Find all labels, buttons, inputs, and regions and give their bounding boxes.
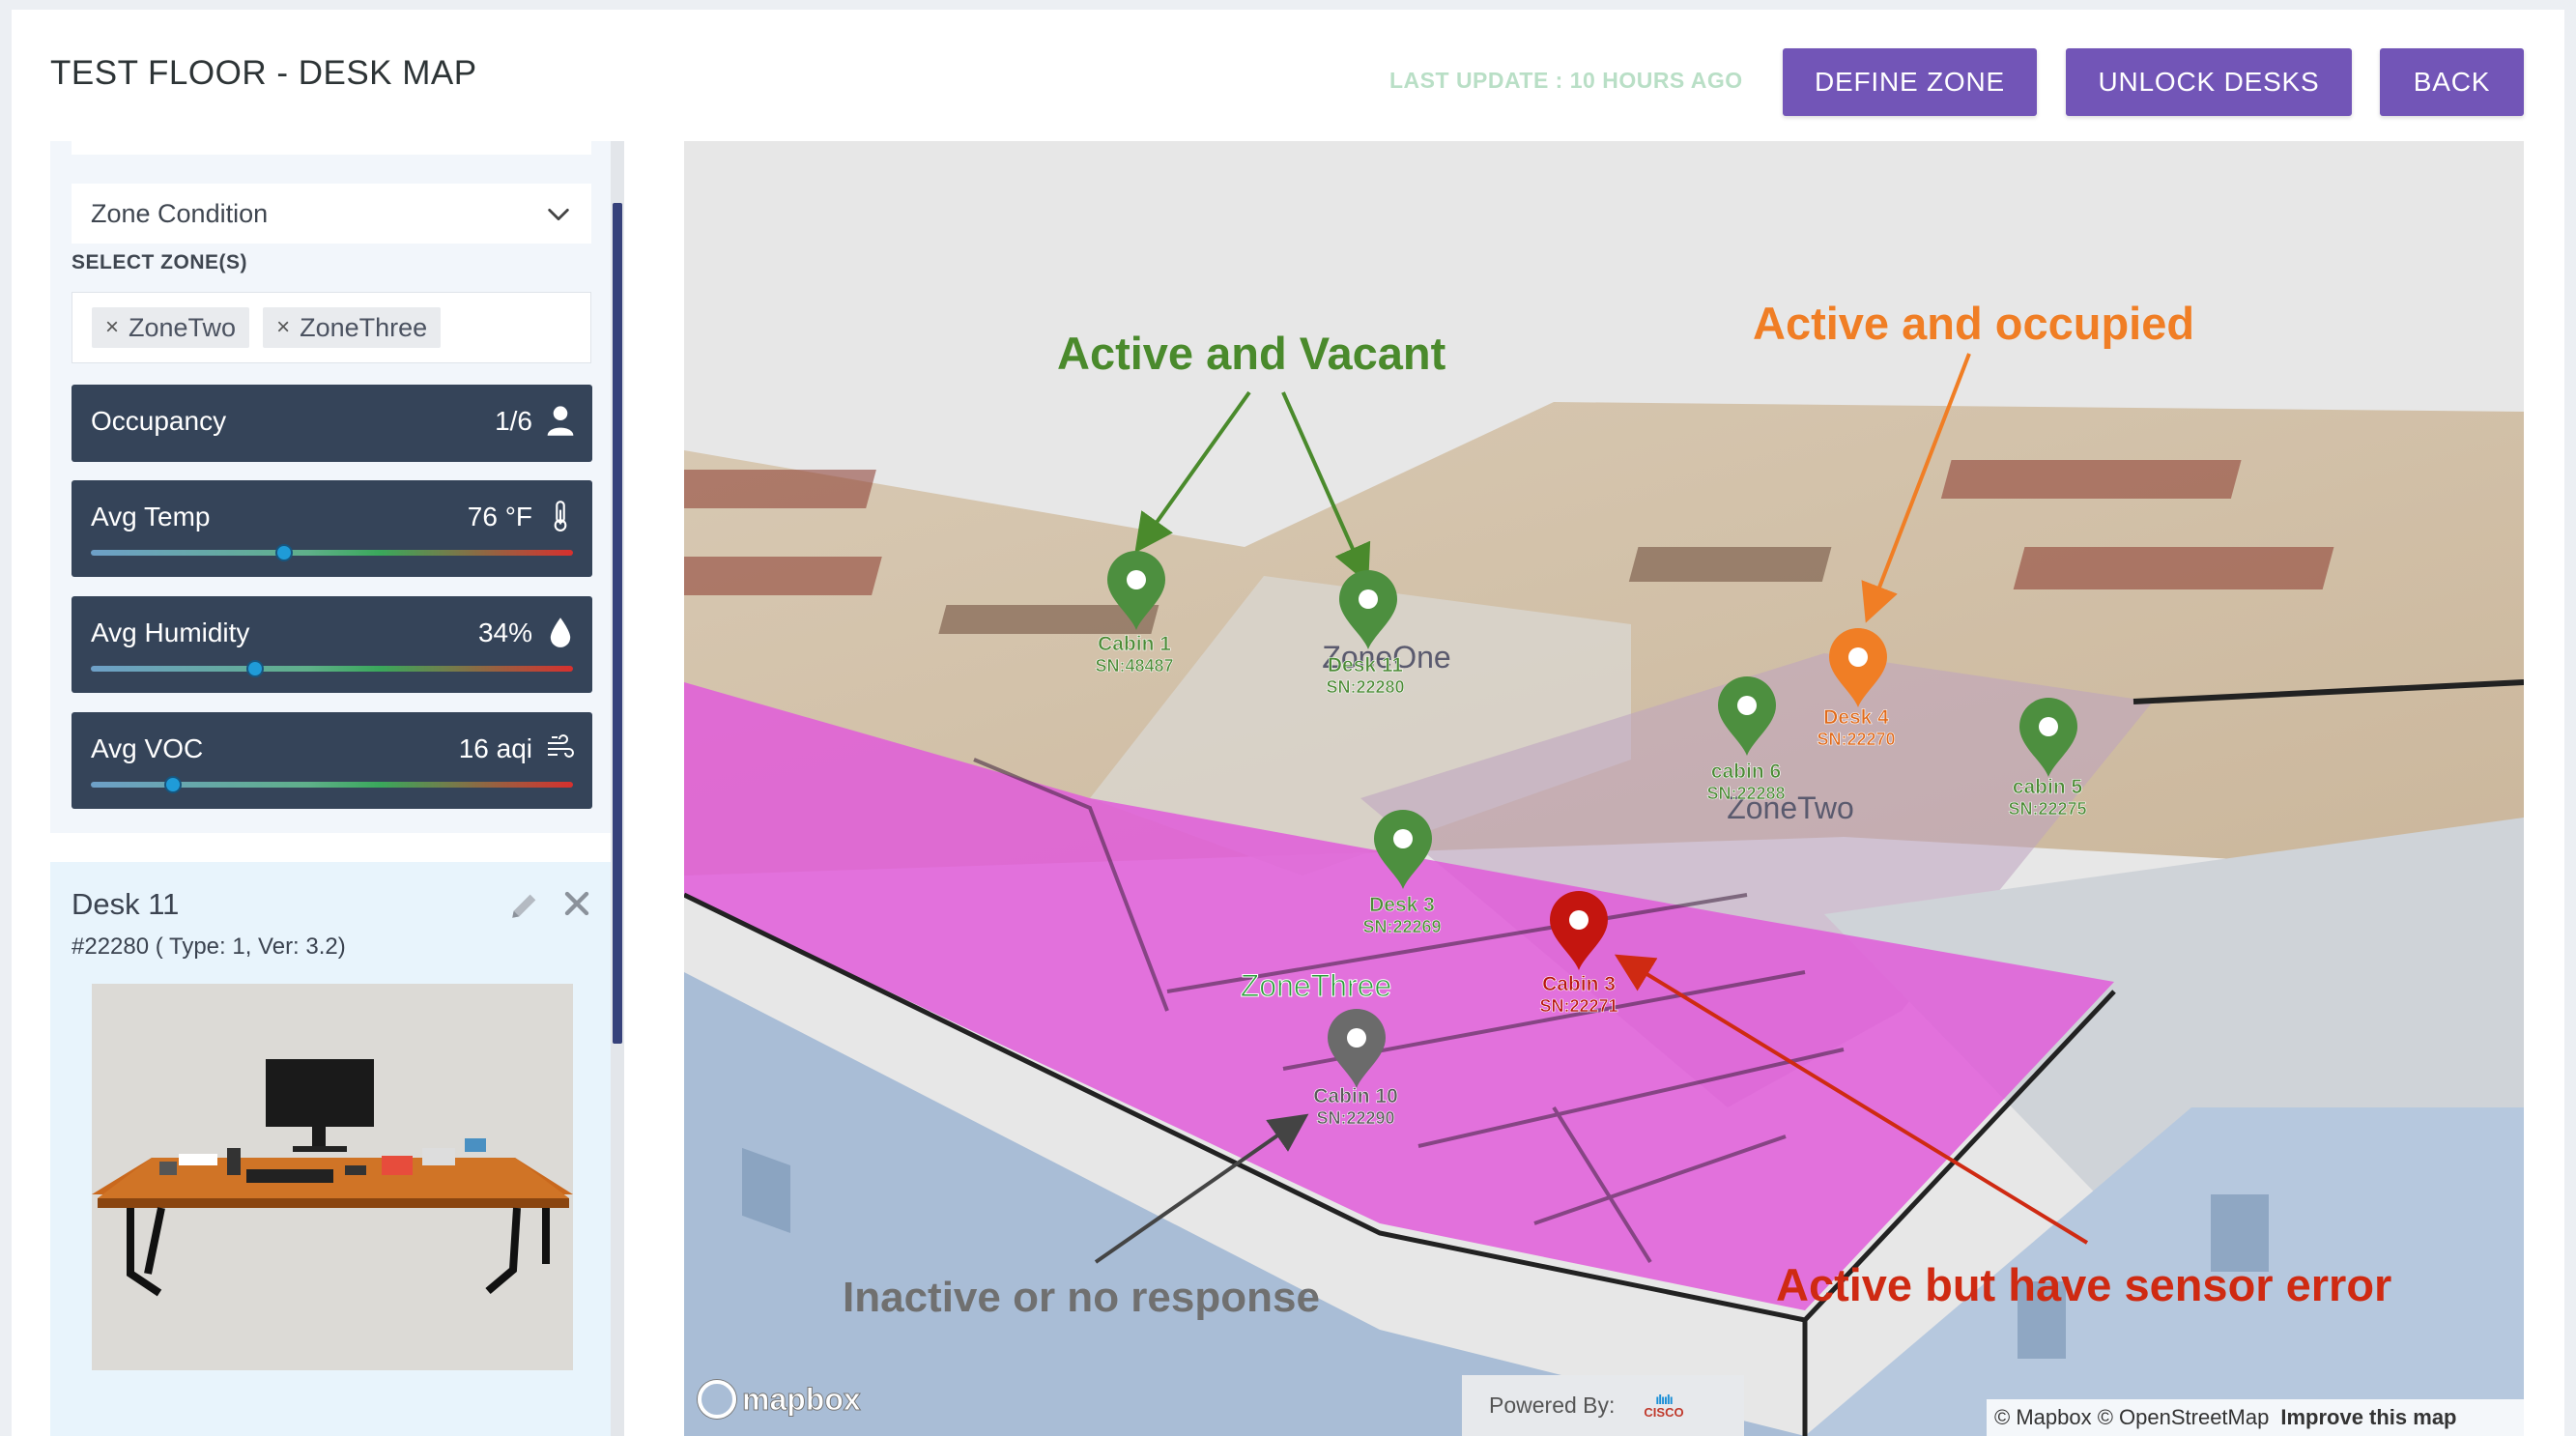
avg-temp-label: Avg Temp [91, 502, 211, 531]
map-pin-vacant[interactable] [1107, 551, 1165, 630]
voc-level-marker [163, 776, 182, 793]
remove-zone-icon[interactable]: × [105, 314, 119, 341]
pin-label: Cabin 10 SN:22290 [1313, 1085, 1398, 1128]
avg-temp-value: 76 °F [467, 502, 532, 531]
avg-voc-label: Avg VOC [91, 733, 204, 763]
pin-label: Cabin 3 SN:22271 [1539, 973, 1618, 1016]
attribution-text[interactable]: © Mapbox © OpenStreetMap [1994, 1405, 2269, 1430]
pin-label: Desk 4 SN:22270 [1817, 706, 1896, 749]
mapbox-logo[interactable]: mapbox [698, 1380, 861, 1419]
chevron-down-icon [548, 208, 569, 221]
annotation-sensor-error: Active but have sensor error [1776, 1259, 2392, 1310]
annotation-active-occupied: Active and occupied [1753, 298, 2195, 349]
zone-label-zonethree: ZoneThree [1240, 968, 1392, 1004]
humidity-gradient-bar [91, 666, 573, 672]
desk-subtitle: #22280 ( Type: 1, Ver: 3.2) [72, 933, 346, 960]
occupancy-value: 1/6 [495, 406, 532, 436]
avg-voc-value: 16 aqi [458, 733, 532, 763]
edit-pencil-icon[interactable] [508, 889, 541, 922]
avg-humidity-label: Avg Humidity [91, 617, 250, 647]
close-icon[interactable] [562, 889, 591, 918]
zone-chip-zonetwo: × ZoneTwo [92, 307, 250, 348]
unlock-desks-button[interactable]: UNLOCK DESKS [2066, 48, 2352, 116]
zone-chip-zonethree: × ZoneThree [263, 307, 442, 348]
map-pins-layer [1107, 551, 2077, 1088]
powered-by-label: Powered By: [1489, 1393, 1616, 1418]
occupancy-label: Occupancy [91, 406, 227, 436]
zone-multiselect[interactable]: × ZoneTwo × ZoneThree [72, 292, 591, 363]
pin-label: Desk 11 SN:22280 [1326, 654, 1405, 697]
improve-map-link[interactable]: Improve this map [2280, 1405, 2456, 1430]
thermometer-icon [554, 501, 567, 531]
zone-chip-label: ZoneTwo [129, 312, 237, 342]
avg-temp-card: Avg Temp 76 °F [72, 480, 592, 577]
pin-label: cabin 6 SN:22288 [1706, 761, 1786, 803]
map-attribution: © Mapbox © OpenStreetMap Improve this ma… [1987, 1399, 2524, 1436]
annotation-inactive: Inactive or no response [843, 1274, 1320, 1321]
cisco-logo: ılıılı CISCO [1644, 1391, 1684, 1420]
select-zones-label: SELECT ZONE(S) [72, 251, 248, 273]
panel-top-field [72, 141, 591, 155]
map-pin-vacant[interactable] [1339, 570, 1397, 649]
pin-label: Desk 3 SN:22269 [1362, 894, 1442, 936]
powered-by-badge: Powered By: ılıılı CISCO [1462, 1375, 1744, 1436]
floor-map[interactable] [684, 141, 2524, 1436]
voc-gradient-bar [91, 782, 573, 788]
person-icon [547, 406, 574, 436]
avg-voc-card: Avg VOC 16 aqi [72, 712, 592, 809]
droplet-icon [550, 617, 571, 647]
map-pin-inactive[interactable] [1328, 1009, 1386, 1088]
map-pin-vacant[interactable] [1374, 810, 1432, 889]
wind-icon [548, 734, 574, 758]
desk-3d-preview [92, 984, 573, 1370]
remove-zone-icon[interactable]: × [276, 314, 290, 341]
map-pin-vacant[interactable] [2019, 698, 2077, 777]
map-pin-error[interactable] [1550, 891, 1608, 970]
avg-humidity-value: 34% [477, 617, 532, 647]
map-pin-vacant[interactable] [1718, 676, 1776, 756]
pin-label: Cabin 1 SN:48487 [1095, 633, 1174, 675]
humidity-level-marker [245, 660, 264, 677]
zone-chip-label: ZoneThree [300, 312, 428, 342]
back-button[interactable]: BACK [2380, 48, 2524, 116]
annotation-active-vacant: Active and Vacant [1057, 328, 1446, 379]
mapbox-logo-mark [698, 1380, 736, 1419]
occupancy-card: Occupancy 1/6 [72, 385, 592, 462]
map-pin-occupied[interactable] [1829, 628, 1887, 707]
sidebar-scrollbar-thumb[interactable] [613, 203, 622, 1044]
avg-humidity-card: Avg Humidity 34% [72, 596, 592, 693]
desk-title: Desk 11 [72, 887, 180, 921]
temp-gradient-bar [91, 550, 573, 556]
zone-condition-select[interactable]: Zone Condition [72, 184, 591, 244]
page-title: TEST FLOOR - DESK MAP [50, 54, 477, 92]
zone-condition-label: Zone Condition [91, 198, 269, 228]
pin-label: cabin 5 SN:22275 [2008, 776, 2087, 819]
temp-level-marker [274, 544, 293, 561]
define-zone-button[interactable]: DEFINE ZONE [1783, 48, 2037, 116]
last-update-status: LAST UPDATE : 10 HOURS AGO [1389, 68, 1743, 93]
